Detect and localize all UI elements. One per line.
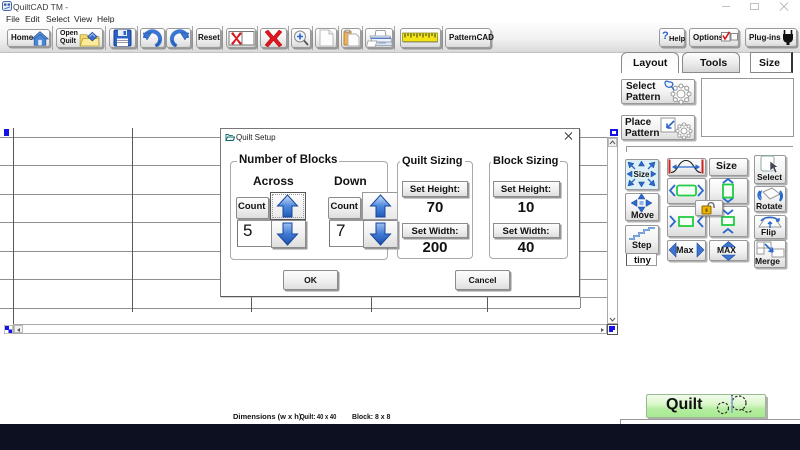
svg-text:Size: Size: [633, 170, 650, 179]
